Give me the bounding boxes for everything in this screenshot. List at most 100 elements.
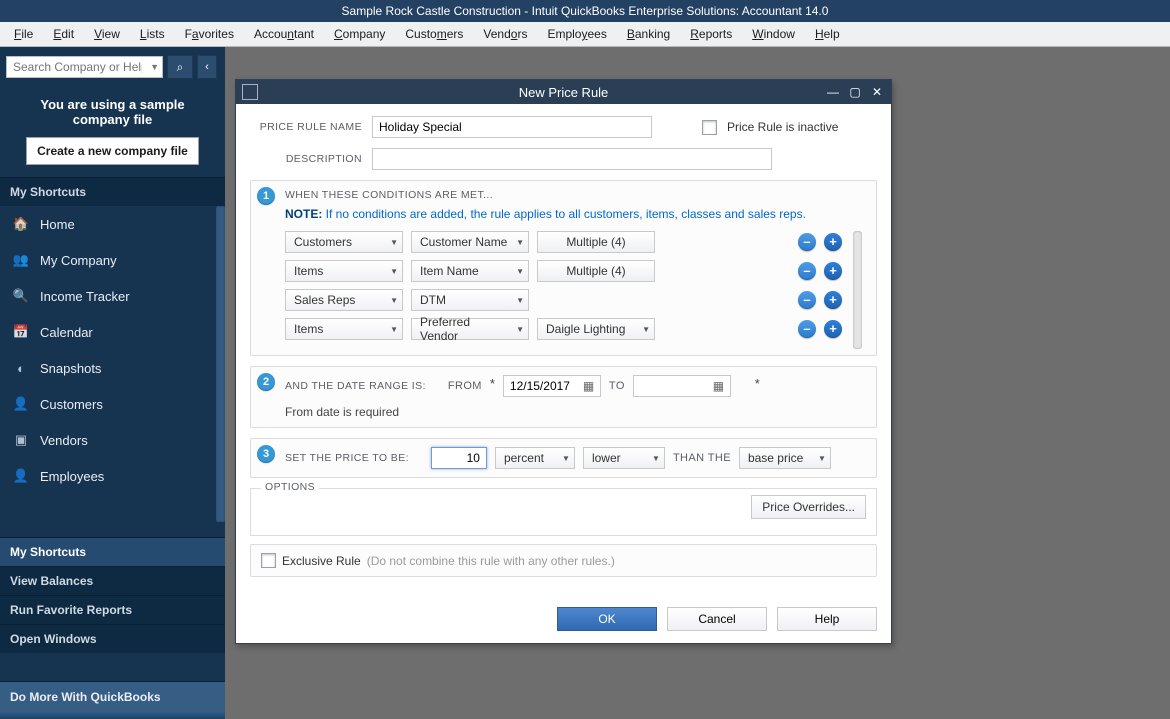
condition-field-dropdown[interactable]: Customer Name▼ — [411, 231, 529, 253]
minimize-button[interactable]: — — [825, 84, 841, 100]
condition-type-dropdown[interactable]: Items▼ — [285, 260, 403, 282]
shortcut-customers[interactable]: 👤 Customers — [0, 386, 225, 422]
vendor-icon: ▣ — [12, 431, 30, 449]
menu-lists[interactable]: Lists — [132, 25, 173, 43]
exclusive-hint: (Do not combine this rule with any other… — [367, 554, 615, 568]
new-price-rule-dialog: New Price Rule — ▢ ✕ PRICE RULE NAME Pri… — [235, 79, 892, 644]
menu-vendors[interactable]: Vendors — [475, 25, 535, 43]
sample-file-banner: You are using a sample company file Crea… — [0, 87, 225, 177]
menu-customers[interactable]: Customers — [397, 25, 471, 43]
remove-condition-button[interactable] — [798, 233, 816, 251]
label-set-price: SET THE PRICE TO BE: — [285, 452, 409, 464]
search-company-wrap: ▼ — [6, 56, 163, 78]
condition-value-button[interactable]: Multiple (4) — [537, 231, 655, 253]
condition-value-button[interactable]: Multiple (4) — [537, 260, 655, 282]
condition-type-value: Sales Reps — [294, 293, 355, 307]
search-button[interactable]: ⌕ — [167, 55, 193, 79]
section-open-windows[interactable]: Open Windows — [0, 624, 225, 653]
condition-field-dropdown[interactable]: DTM▼ — [411, 289, 529, 311]
condition-type-value: Customers — [294, 235, 352, 249]
create-company-button[interactable]: Create a new company file — [26, 137, 199, 165]
shortcut-home[interactable]: 🏠 Home — [0, 206, 225, 242]
search-icon: ⌕ — [177, 60, 184, 75]
condition-field-dropdown[interactable]: Item Name▼ — [411, 260, 529, 282]
condition-type-dropdown[interactable]: Customers▼ — [285, 231, 403, 253]
add-condition-button[interactable] — [824, 233, 842, 251]
calendar-icon[interactable]: ▦ — [713, 379, 727, 393]
chevron-down-icon: ▼ — [818, 454, 826, 463]
price-direction-dropdown[interactable]: lower▼ — [583, 447, 665, 469]
dialog-title-bar[interactable]: New Price Rule — ▢ ✕ — [236, 80, 891, 104]
menu-favorites[interactable]: Favorites — [177, 25, 242, 43]
condition-field-dropdown[interactable]: Preferred Vendor▼ — [411, 318, 529, 340]
section-view-balances[interactable]: View Balances — [0, 566, 225, 595]
search-input[interactable] — [6, 56, 163, 78]
step-badge-2: 2 — [257, 373, 275, 391]
note-label: NOTE: — [285, 207, 322, 221]
section-my-shortcuts-footer[interactable]: My Shortcuts — [0, 537, 225, 566]
maximize-button[interactable]: ▢ — [847, 84, 863, 100]
add-condition-button[interactable] — [824, 320, 842, 338]
price-overrides-button[interactable]: Price Overrides... — [751, 495, 866, 519]
sample-line-2: company file — [8, 112, 217, 127]
menu-bar: File Edit View Lists Favorites Accountan… — [0, 22, 1170, 47]
condition-field-value: DTM — [420, 293, 446, 307]
condition-value-dropdown[interactable]: Daigle Lighting▼ — [537, 318, 655, 340]
section-run-favorite-reports[interactable]: Run Favorite Reports — [0, 595, 225, 624]
section-my-shortcuts-header[interactable]: My Shortcuts — [0, 177, 225, 206]
menu-company[interactable]: Company — [326, 25, 393, 43]
remove-condition-button[interactable] — [798, 262, 816, 280]
chevron-down-icon: ▼ — [516, 238, 524, 247]
menu-window[interactable]: Window — [744, 25, 803, 43]
mdi-area: New Price Rule — ▢ ✕ PRICE RULE NAME Pri… — [225, 47, 1170, 719]
add-condition-button[interactable] — [824, 262, 842, 280]
app-title: Sample Rock Castle Construction - Intuit… — [342, 4, 829, 18]
sample-line-1: You are using a sample — [8, 97, 217, 112]
calendar-icon[interactable]: ▦ — [583, 379, 597, 393]
ok-button[interactable]: OK — [557, 607, 657, 631]
condition-type-dropdown[interactable]: Items▼ — [285, 318, 403, 340]
remove-condition-button[interactable] — [798, 291, 816, 309]
description-input[interactable] — [372, 148, 772, 170]
remove-condition-button[interactable] — [798, 320, 816, 338]
menu-accountant[interactable]: Accountant — [246, 25, 322, 43]
company-icon: 👥 — [12, 251, 30, 269]
close-button[interactable]: ✕ — [869, 84, 885, 100]
chevron-down-icon: ▼ — [516, 325, 524, 334]
shortcut-employees[interactable]: 👤 Employees — [0, 458, 225, 494]
inactive-checkbox[interactable] — [702, 120, 717, 135]
dialog-system-menu-button[interactable] — [242, 84, 258, 100]
shortcut-snapshots[interactable]: ◐ Snapshots — [0, 350, 225, 386]
price-amount-input[interactable] — [431, 447, 487, 469]
condition-type-dropdown[interactable]: Sales Reps▼ — [285, 289, 403, 311]
sidebar-scrollbar[interactable] — [216, 206, 225, 522]
add-condition-button[interactable] — [824, 291, 842, 309]
condition-row: Items▼ Preferred Vendor▼ Daigle Lighting▼ — [285, 318, 842, 340]
label-than-the: THAN THE — [673, 452, 731, 464]
cancel-button[interactable]: Cancel — [667, 607, 767, 631]
chevron-down-icon: ▼ — [562, 454, 570, 463]
options-section: OPTIONS Price Overrides... — [250, 488, 877, 536]
menu-help[interactable]: Help — [807, 25, 848, 43]
price-unit-dropdown[interactable]: percent▼ — [495, 447, 575, 469]
shortcut-income-tracker[interactable]: 🔍 Income Tracker — [0, 278, 225, 314]
price-base-dropdown[interactable]: base price ▼ — [739, 447, 831, 469]
shortcut-vendors[interactable]: ▣ Vendors — [0, 422, 225, 458]
shortcut-my-company[interactable]: 👥 My Company — [0, 242, 225, 278]
collapse-sidebar-button[interactable]: ‹ — [197, 55, 217, 79]
menu-employees[interactable]: Employees — [539, 25, 614, 43]
shortcut-calendar[interactable]: 📅 Calendar — [0, 314, 225, 350]
menu-edit[interactable]: Edit — [45, 25, 82, 43]
price-rule-name-input[interactable] — [372, 116, 652, 138]
menu-reports[interactable]: Reports — [682, 25, 740, 43]
help-button[interactable]: Help — [777, 607, 877, 631]
section-do-more[interactable]: Do More With QuickBooks — [0, 681, 225, 712]
menu-file[interactable]: File — [6, 25, 41, 43]
conditions-scrollbar[interactable] — [853, 231, 862, 349]
menu-view[interactable]: View — [86, 25, 128, 43]
menu-banking[interactable]: Banking — [619, 25, 678, 43]
price-base-value: base price — [748, 451, 803, 465]
exclusive-section: Exclusive Rule (Do not combine this rule… — [250, 544, 877, 577]
conditions-note: NOTE: If no conditions are added, the ru… — [285, 207, 866, 221]
exclusive-checkbox[interactable] — [261, 553, 276, 568]
